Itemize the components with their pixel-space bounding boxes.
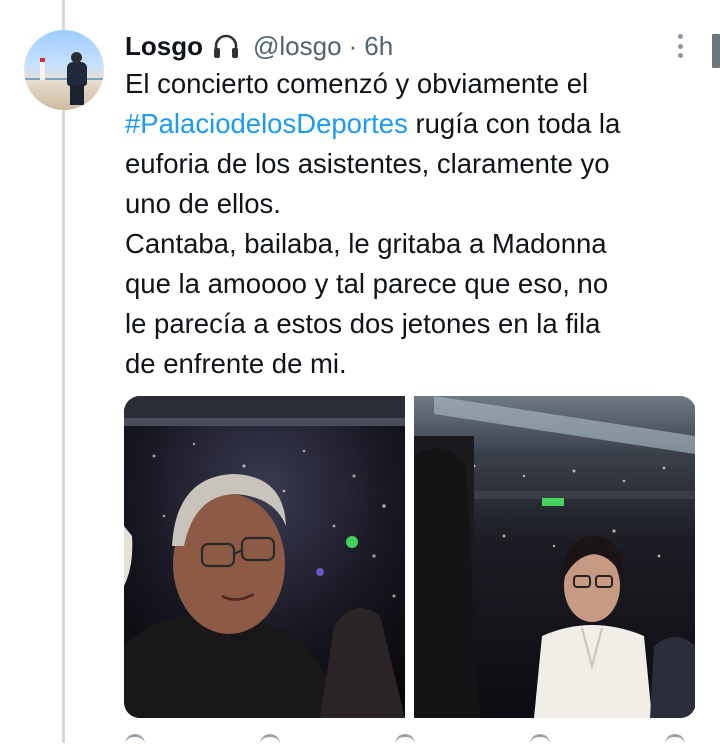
views-icon[interactable] — [530, 734, 550, 746]
tweet-header: Losgo @losgo · 6h — [125, 28, 393, 64]
avatar-person-torso — [67, 62, 87, 86]
media-photo-1[interactable] — [124, 396, 405, 718]
media-photo-2[interactable] — [414, 396, 695, 718]
headphones-icon — [211, 31, 241, 61]
tweet-line-text: uno de ellos. — [125, 188, 281, 219]
tweet-line-text: le parecía a estos dos jetones en la fil… — [125, 308, 601, 339]
more-vertical-icon[interactable] — [668, 30, 692, 62]
tweet-text: El concierto comenzó y obviamente el #Pa… — [125, 64, 700, 384]
tweet-line-text: El concierto comenzó y obviamente el — [125, 68, 589, 99]
avatar-lighthouse — [40, 58, 45, 80]
action-bar — [125, 734, 685, 743]
tweet-line: Cantaba, bailaba, le gritaba a Madonna — [125, 224, 700, 264]
tweet-line-text: euforia de los asistentes, claramente yo — [125, 148, 610, 179]
separator-dot: · — [348, 30, 358, 61]
timestamp[interactable]: 6h — [364, 31, 393, 62]
avatar-person-legs — [70, 85, 84, 105]
photo-1-concert-man — [124, 396, 405, 718]
tweet-line-text: Cantaba, bailaba, le gritaba a Madonna — [125, 228, 607, 259]
tweet-line: que la amoooo y tal parece que eso, no — [125, 264, 700, 304]
tweet-line: le parecía a estos dos jetones en la fil… — [125, 304, 700, 344]
media-grid — [124, 396, 696, 718]
display-name[interactable]: Losgo — [125, 31, 203, 62]
like-icon[interactable] — [395, 734, 415, 746]
retweet-icon[interactable] — [260, 734, 280, 746]
tweet-line: uno de ellos. — [125, 184, 700, 224]
tweet-line: euforia de los asistentes, claramente yo — [125, 144, 700, 184]
more-dot — [677, 43, 683, 49]
tweet-line: de enfrente de mi. — [125, 344, 700, 384]
avatar[interactable] — [24, 30, 104, 110]
tweet-line: #PalaciodelosDeportes rugía con toda la — [125, 104, 700, 144]
avatar-person — [66, 52, 88, 106]
more-dot — [677, 34, 683, 39]
share-icon[interactable] — [665, 734, 685, 746]
hashtag-link[interactable]: #PalaciodelosDeportes — [125, 108, 408, 139]
tweet-line-text: que la amoooo y tal parece que eso, no — [125, 268, 609, 299]
avatar-horizon — [24, 78, 104, 80]
scrollbar-fragment — [712, 34, 720, 68]
tweet-line-text: rugía con toda la — [415, 108, 621, 139]
photo-2-concert-woman — [414, 396, 695, 718]
reply-icon[interactable] — [125, 734, 145, 746]
tweet-line: El concierto comenzó y obviamente el — [125, 64, 700, 104]
more-dot — [677, 53, 683, 58]
thread-line — [62, 0, 65, 743]
tweet-line-text: de enfrente de mi. — [125, 348, 347, 379]
user-handle[interactable]: @losgo — [253, 31, 342, 62]
